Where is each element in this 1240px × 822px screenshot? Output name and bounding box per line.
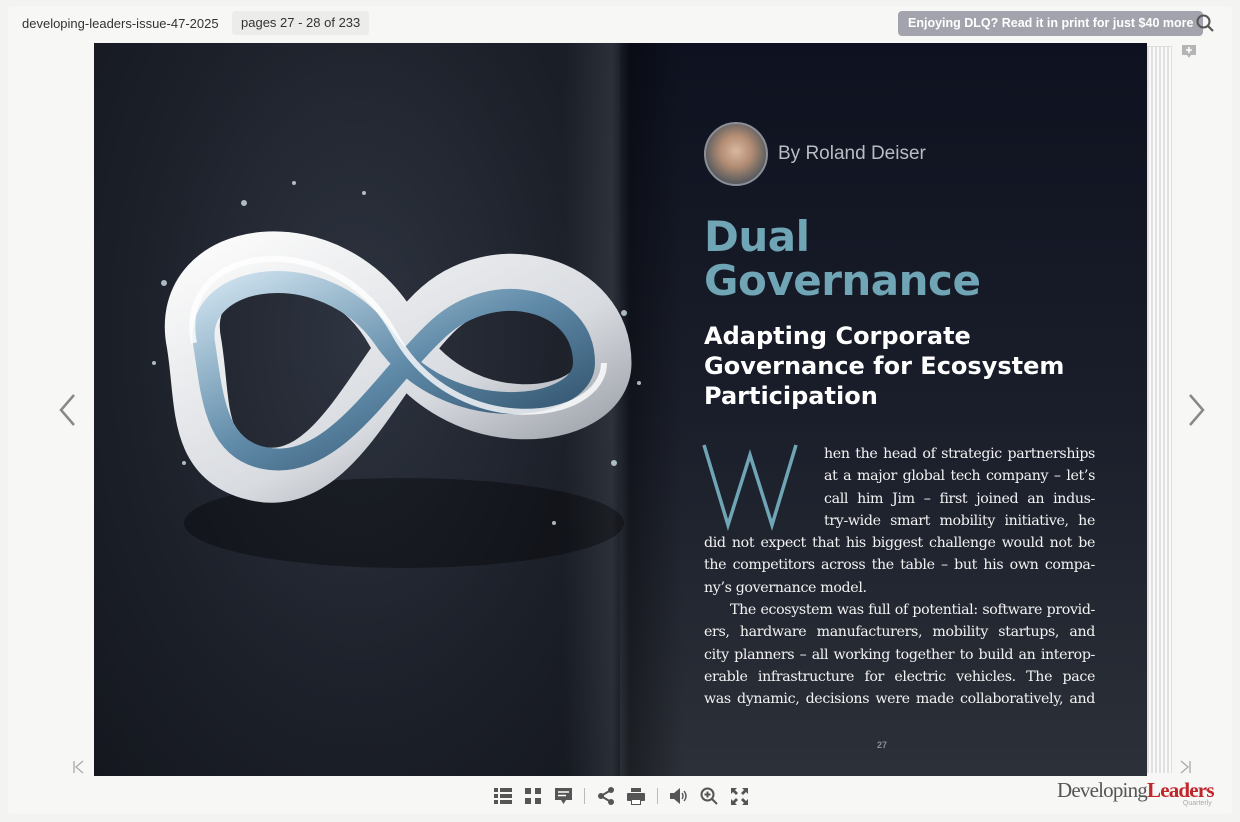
add-note-icon[interactable]: [1182, 45, 1196, 59]
developing-leaders-logo[interactable]: DevelopingLeaders Quarterly: [1057, 778, 1215, 807]
article-body: hen the head of strategic partnerships a…: [704, 443, 1095, 711]
body-line: the competitors across the table – but h…: [704, 557, 1095, 574]
page-stack-edge: [1147, 46, 1172, 773]
logo-text: Developing: [1057, 778, 1148, 802]
share-icon: [598, 787, 614, 805]
body-line: at a major global tech company – let’s: [824, 468, 1095, 485]
magazine-spread: By Roland Deiser Dual Governance Adaptin…: [94, 43, 1147, 776]
author-byline: By Roland Deiser: [704, 122, 926, 186]
toolbar-divider: [657, 788, 658, 804]
author-avatar: [704, 122, 768, 186]
fullscreen-icon: [730, 787, 748, 805]
body-line: was dynamic, decisions were made collabo…: [704, 691, 1095, 708]
body-line: did not expect that his biggest challeng…: [704, 535, 1095, 552]
body-line: call him Jim – first joined an indus-: [824, 490, 1095, 507]
article-title: Dual Governance: [704, 212, 981, 305]
bottom-toolbar: [488, 784, 754, 808]
notes-button[interactable]: [548, 784, 578, 808]
next-page-arrow-icon[interactable]: [1186, 392, 1208, 428]
body-line: try-wide smart mobility initiative, he: [824, 512, 1095, 529]
zoom-in-icon: [700, 787, 718, 805]
title-line: Governance: [704, 256, 981, 305]
body-line: hen the head of strategic partnerships: [824, 446, 1095, 462]
body-line: erable infrastructure for electric vehic…: [704, 668, 1095, 685]
print-promo-button[interactable]: Enjoying DLQ? Read it in print for just …: [898, 11, 1204, 36]
first-page-icon[interactable]: [72, 760, 84, 774]
body-line: ers, hardware manufacturers, mobility st…: [704, 624, 1095, 641]
infinity-splash-illustration: [152, 181, 641, 568]
body-line: ny’s governance model.: [704, 579, 867, 596]
page-number: 27: [877, 740, 888, 750]
page-indicator: pages 27 - 28 of 233: [232, 11, 370, 35]
sound-icon: [670, 788, 687, 804]
print-button[interactable]: [621, 784, 651, 808]
fullscreen-button[interactable]: [724, 784, 754, 808]
document-title: developing-leaders-issue-47-2025: [22, 16, 219, 31]
share-button[interactable]: [591, 784, 621, 808]
notes-icon: [554, 787, 572, 804]
article-subtitle: Adapting Corporate Governance for Ecosys…: [704, 322, 1065, 410]
thumbnails-button[interactable]: [518, 784, 548, 808]
logo-text-accent: Leaders: [1146, 778, 1215, 802]
zoom-in-button[interactable]: [694, 784, 724, 808]
logo-tagline: Quarterly: [1182, 800, 1212, 807]
print-icon: [627, 787, 645, 805]
body-line: The ecosystem was full of potential: sof…: [730, 602, 1095, 619]
last-page-icon[interactable]: [1180, 760, 1192, 774]
body-line: city planners – all working together to …: [704, 646, 1095, 663]
toolbar-divider: [584, 788, 585, 804]
table-of-contents-button[interactable]: [488, 784, 518, 808]
sound-button[interactable]: [664, 784, 694, 808]
table-of-contents-icon: [494, 788, 512, 804]
author-name: By Roland Deiser: [778, 143, 926, 164]
thumbnails-icon: [525, 788, 541, 804]
previous-page-arrow-icon[interactable]: [56, 392, 78, 428]
search-icon[interactable]: [1195, 13, 1215, 33]
title-line: Dual: [704, 212, 810, 261]
